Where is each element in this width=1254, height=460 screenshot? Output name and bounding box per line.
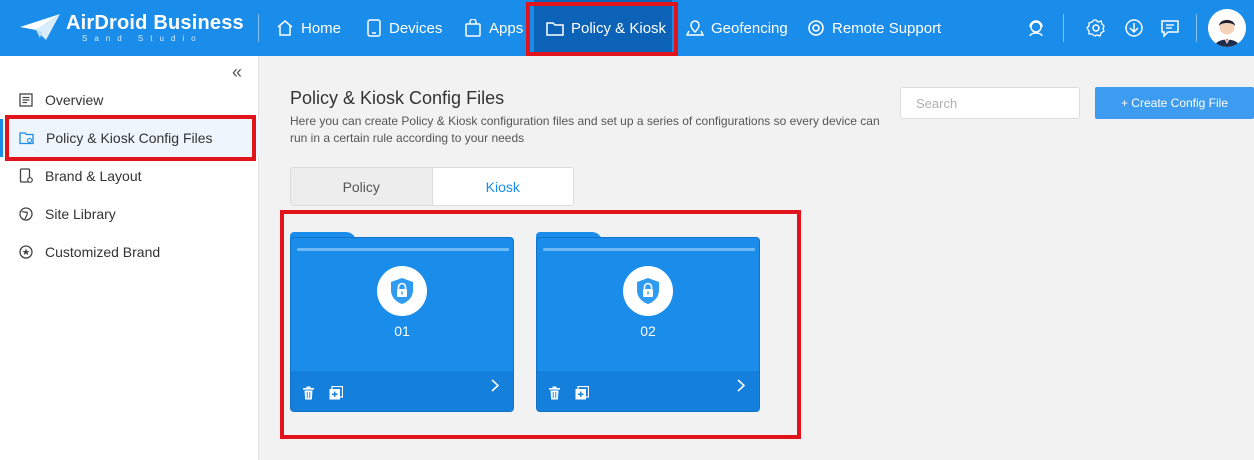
icon-divider xyxy=(1063,14,1064,42)
config-type-tabs: Policy Kiosk xyxy=(290,167,574,206)
kiosk-lock-icon xyxy=(623,266,673,316)
nav-divider xyxy=(258,14,259,42)
sidebar-item-brand-layout[interactable]: Brand & Layout xyxy=(0,157,259,195)
folder-footer xyxy=(537,371,759,411)
sidebar-item-site-library[interactable]: Site Library xyxy=(0,195,259,233)
delete-icon[interactable] xyxy=(546,385,562,401)
sidebar: « Overview Policy & Kiosk Config Files B… xyxy=(0,56,259,460)
folder-name: 02 xyxy=(640,323,656,339)
duplicate-icon[interactable] xyxy=(328,385,344,401)
geofence-icon xyxy=(686,20,704,36)
messages-icon[interactable] xyxy=(1158,16,1182,40)
nav-remote-support-label: Remote Support xyxy=(832,19,942,37)
tab-kiosk[interactable]: Kiosk xyxy=(432,168,573,205)
config-folder-card[interactable]: 01 xyxy=(290,232,514,412)
config-files-icon xyxy=(19,132,34,145)
nav-devices[interactable]: Devices xyxy=(366,0,442,56)
top-navigation-bar: AirDroid Business Sand Studio Home Devic… xyxy=(0,0,1254,56)
nav-devices-label: Devices xyxy=(389,19,443,37)
device-icon xyxy=(367,19,381,37)
home-icon xyxy=(277,20,293,36)
duplicate-icon[interactable] xyxy=(574,385,590,401)
delete-icon[interactable] xyxy=(300,385,316,401)
airdroid-logo[interactable]: AirDroid Business Sand Studio xyxy=(18,10,248,46)
settings-gear-icon[interactable] xyxy=(1084,16,1108,40)
lifebuoy-icon xyxy=(808,20,824,36)
page-description: Here you can create Policy & Kiosk confi… xyxy=(290,114,880,145)
search-input[interactable] xyxy=(900,87,1080,119)
nav-geofencing[interactable]: Geofencing xyxy=(686,0,788,56)
icon-divider xyxy=(1196,14,1197,42)
user-avatar[interactable] xyxy=(1208,9,1246,47)
config-folder-card[interactable]: 02 xyxy=(536,232,760,412)
sidebar-item-customized-brand[interactable]: Customized Brand xyxy=(0,233,259,271)
nav-apps-label: Apps xyxy=(489,19,524,37)
nav-geofencing-label: Geofencing xyxy=(711,19,788,37)
nav-home-label: Home xyxy=(301,19,342,37)
download-icon[interactable] xyxy=(1122,16,1146,40)
nav-policy-kiosk[interactable]: Policy & Kiosk xyxy=(534,0,672,56)
sidebar-item-site-library-label: Site Library xyxy=(45,206,116,222)
sidebar-item-overview-label: Overview xyxy=(45,92,104,108)
open-chevron-right-icon[interactable] xyxy=(491,379,500,397)
nav-home[interactable]: Home xyxy=(276,0,341,56)
brand-name: AirDroid Business xyxy=(66,12,244,34)
apps-bag-icon xyxy=(465,19,481,37)
sidebar-item-customized-brand-label: Customized Brand xyxy=(45,244,161,260)
sidebar-item-config-files-label: Policy & Kiosk Config Files xyxy=(46,130,213,146)
customized-brand-icon xyxy=(19,245,33,259)
brand-layout-icon xyxy=(19,168,33,183)
brand-subtitle: Sand Studio xyxy=(82,34,203,43)
nav-apps[interactable]: Apps xyxy=(464,0,523,56)
folder-icon xyxy=(546,22,564,36)
sidebar-item-config-files[interactable]: Policy & Kiosk Config Files xyxy=(0,119,259,157)
page-title: Policy & Kiosk Config Files xyxy=(290,88,505,108)
nav-policy-kiosk-label: Policy & Kiosk xyxy=(571,19,667,37)
paper-plane-logo-icon xyxy=(20,14,60,40)
folder-body: 02 xyxy=(536,237,760,412)
create-config-file-button[interactable]: + Create Config File xyxy=(1095,87,1254,119)
collapse-sidebar-icon[interactable]: « xyxy=(232,62,242,83)
support-agent-icon[interactable] xyxy=(1024,16,1048,40)
folder-body: 01 xyxy=(290,237,514,412)
sidebar-item-overview[interactable]: Overview xyxy=(0,81,259,119)
nav-remote-support[interactable]: Remote Support xyxy=(807,0,941,56)
folder-stripe xyxy=(543,248,755,251)
folder-footer xyxy=(291,371,513,411)
folder-stripe xyxy=(297,248,509,251)
site-library-icon xyxy=(19,207,33,221)
open-chevron-right-icon[interactable] xyxy=(737,379,746,397)
tab-policy[interactable]: Policy xyxy=(291,168,433,205)
kiosk-lock-icon xyxy=(377,266,427,316)
sidebar-item-brand-layout-label: Brand & Layout xyxy=(45,168,142,184)
folder-name: 01 xyxy=(394,323,410,339)
overview-icon xyxy=(19,93,33,107)
